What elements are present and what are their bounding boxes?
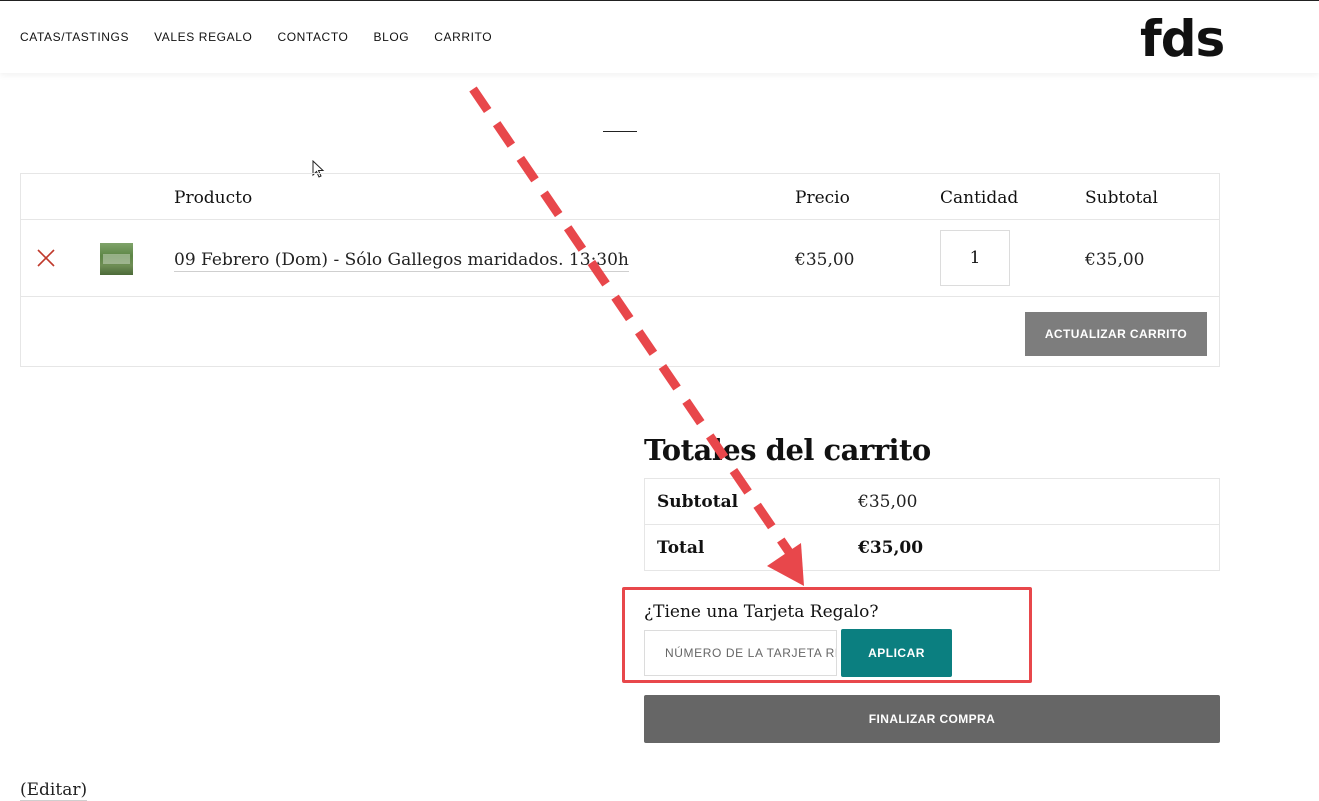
cart-totals-title: Totales del carrito bbox=[644, 433, 931, 467]
cart-table: Producto Precio Cantidad Subtotal 09 Feb… bbox=[20, 173, 1220, 367]
nav-item-carrito[interactable]: CARRITO bbox=[434, 29, 492, 45]
totals-total-value: €35,00 bbox=[858, 538, 924, 558]
row-divider bbox=[21, 219, 1219, 220]
nav-item-vales-regalo[interactable]: VALES REGALO bbox=[154, 29, 252, 45]
header-quantity: Cantidad bbox=[940, 188, 1019, 208]
gift-card-number-input[interactable] bbox=[644, 630, 837, 676]
page-title-divider bbox=[603, 131, 637, 132]
checkout-button[interactable]: FINALIZAR COMPRA bbox=[644, 695, 1220, 743]
nav-item-blog[interactable]: BLOG bbox=[373, 29, 409, 45]
header-price: Precio bbox=[795, 188, 850, 208]
cart-totals-table: Subtotal €35,00 Total €35,00 bbox=[644, 478, 1220, 571]
nav-item-contacto[interactable]: CONTACTO bbox=[277, 29, 348, 45]
nav-item-catas[interactable]: CATAS/TASTINGS bbox=[20, 29, 129, 45]
main-nav: CATAS/TASTINGS VALES REGALO CONTACTO BLO… bbox=[20, 29, 492, 45]
quantity-input[interactable] bbox=[940, 230, 1010, 286]
product-price: €35,00 bbox=[795, 250, 855, 270]
gift-card-question: ¿Tiene una Tarjeta Regalo? bbox=[644, 602, 879, 622]
update-cart-button[interactable]: ACTUALIZAR CARRITO bbox=[1025, 312, 1207, 356]
totals-subtotal-value: €35,00 bbox=[858, 492, 918, 512]
product-name-link[interactable]: 09 Febrero (Dom) - Sólo Gallegos maridad… bbox=[174, 249, 629, 272]
product-subtotal: €35,00 bbox=[1085, 250, 1145, 270]
site-logo[interactable]: fds bbox=[1140, 11, 1225, 67]
totals-divider bbox=[645, 524, 1219, 525]
totals-subtotal-label: Subtotal bbox=[657, 492, 739, 512]
site-header: CATAS/TASTINGS VALES REGALO CONTACTO BLO… bbox=[0, 1, 1319, 73]
close-x-icon[interactable] bbox=[37, 249, 55, 267]
header-subtotal: Subtotal bbox=[1085, 188, 1158, 208]
totals-total-label: Total bbox=[657, 538, 705, 558]
edit-link[interactable]: (Editar) bbox=[20, 780, 88, 801]
row-divider bbox=[21, 296, 1219, 297]
apply-gift-card-button[interactable]: APLICAR bbox=[841, 629, 952, 677]
product-thumbnail[interactable] bbox=[100, 243, 133, 275]
header-product: Producto bbox=[174, 188, 253, 208]
